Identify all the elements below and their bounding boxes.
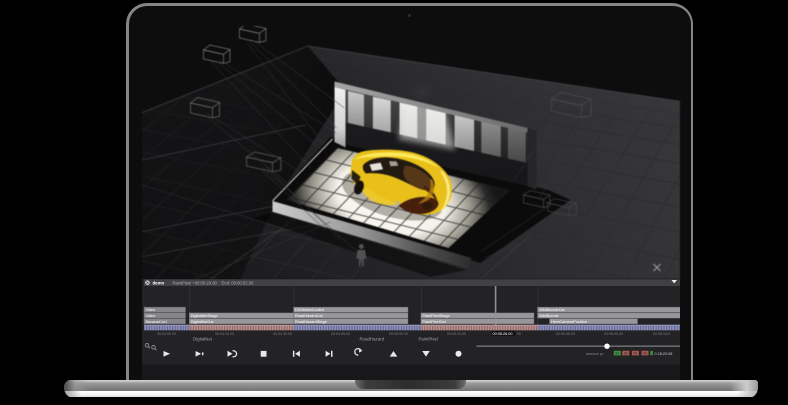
svg-text:Video: Video [145,313,155,318]
svg-text:00:04:30.00: 00:04:30.00 [273,332,292,336]
svg-text:00:06:15.0: 00:06:15.0 [653,332,670,336]
svg-text:00:04:00.00: 00:04:00.00 [157,332,176,336]
svg-text:00:04:15.00: 00:04:15.00 [215,332,234,336]
svg-text:PaintPixel: PaintPixel [418,337,437,342]
svg-text:BananaCar1: BananaCar1 [145,319,167,324]
svg-text:0 18:22:08: 0 18:22:08 [654,352,672,356]
svg-text:DigitalNet: DigitalNet [193,337,213,342]
svg-text:PaintPixelCar: PaintPixelCar [422,319,446,324]
svg-text:HeroCameraPosition: HeroCameraPosition [550,319,586,324]
svg-text:00:05:00.00: 00:05:00.00 [389,332,408,336]
svg-text:+0: +0 [516,332,520,336]
svg-text:DigitalNetCar: DigitalNetCar [190,319,214,324]
svg-text:54: 54 [624,352,628,356]
svg-text:WildBunnie: WildBunnie [538,313,558,318]
svg-text:00:06:00.00: 00:06:00.00 [604,332,623,336]
svg-text:Video: Video [145,307,155,312]
svg-text:RoadHazardCar: RoadHazardCar [295,313,324,318]
svg-text:WildBunnieCar: WildBunnieCar [538,307,565,312]
svg-text:RoadHazardStage: RoadHazardStage [295,319,327,324]
svg-text:00:05:45.00: 00:05:45.00 [556,332,575,336]
svg-text:RoadHazard: RoadHazard [359,337,384,342]
svg-text:PaintPixel +00:00:20.00 En: PaintPixel +00:00:20.00 End: 00:00:52.00 [172,281,254,286]
svg-text:00:05:15.00: 00:05:15.00 [447,332,466,336]
svg-text:00:05:26.00: 00:05:26.00 [492,332,512,336]
svg-text:DigitalNetStage: DigitalNetStage [190,313,217,318]
svg-text:54: 54 [643,352,647,356]
svg-text:amence pc: amence pc [585,352,603,356]
svg-text:PaintPixelStage: PaintPixelStage [422,313,449,318]
svg-text:DiVMatrixControl: DiVMatrixControl [295,307,324,312]
svg-text:00:04:45.00: 00:04:45.00 [331,332,350,336]
svg-text:demo: demo [152,281,164,286]
svg-text:54: 54 [615,352,619,356]
svg-text:54: 54 [633,352,637,356]
